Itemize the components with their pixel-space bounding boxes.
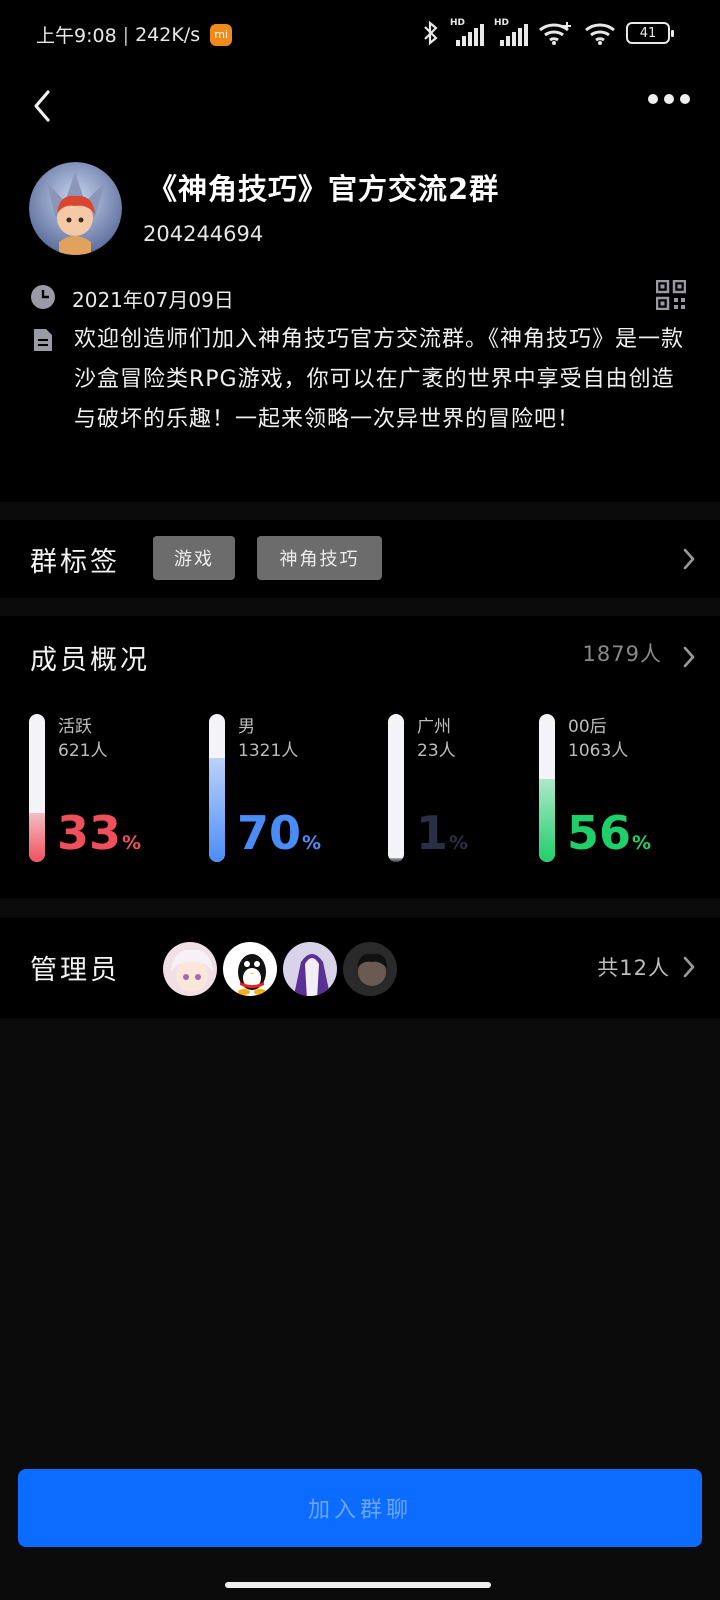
members-total[interactable]: 1879人 (583, 638, 662, 668)
admins-row[interactable]: 管理员 共12人 (0, 918, 720, 1018)
admin-avatar[interactable] (221, 940, 279, 998)
tag-item: 游戏 (153, 536, 235, 580)
admin-avatar[interactable] (161, 940, 219, 998)
admins-total: 共12人 (597, 956, 670, 980)
status-left: 上午9:08 | 242K/s mi (36, 21, 233, 48)
status-time: 上午9:08 (36, 25, 117, 47)
chevron-right-icon (683, 956, 695, 978)
stat-label: 00后 (568, 717, 607, 737)
document-icon (34, 329, 52, 351)
group-tags-row[interactable]: 群标签 游戏 神角技巧 (0, 520, 720, 598)
members-overview: 成员概况 1879人 活跃 621人 33% 男 1321人 70% 广州 23… (0, 616, 720, 898)
admin-avatar[interactable] (341, 940, 399, 998)
group-name: 《神角技巧》官方交流2群 (148, 172, 500, 206)
stat-active: 活跃 621人 33% (29, 714, 189, 864)
stat-label: 广州 (417, 717, 451, 737)
group-id: 204244694 (143, 222, 264, 246)
wifi-plus-icon (539, 22, 571, 45)
chevron-right-icon (683, 548, 695, 570)
stat-count: 1321人 (238, 741, 299, 761)
stat-male: 男 1321人 70% (209, 714, 369, 864)
stat-bar (388, 714, 404, 862)
stat-bar (209, 714, 225, 862)
group-avatar[interactable] (29, 162, 122, 255)
battery-level: 41 (639, 25, 657, 41)
wifi-icon (585, 23, 615, 45)
stat-count: 23人 (417, 741, 456, 761)
members-title: 成员概况 (30, 645, 150, 676)
network-speed: 242K/s (135, 23, 201, 46)
stat-percent: 1% (416, 806, 469, 860)
stat-percent: 33% (57, 806, 142, 860)
more-icon[interactable] (648, 92, 690, 106)
stat-location: 广州 23人 1% (388, 714, 548, 864)
mi-app-icon: mi (210, 23, 233, 46)
qr-code-icon[interactable] (656, 280, 686, 310)
stat-age: 00后 1063人 56% (539, 714, 699, 864)
stat-count: 1063人 (568, 741, 629, 761)
stat-label: 男 (238, 717, 255, 737)
stat-bar (29, 714, 45, 862)
home-indicator[interactable] (225, 1582, 491, 1588)
stat-percent: 56% (567, 806, 652, 860)
tag-item: 神角技巧 (257, 536, 382, 580)
stat-label: 活跃 (58, 717, 92, 737)
back-icon[interactable] (28, 86, 58, 126)
created-date: 2021年07月09日 (72, 288, 234, 312)
chevron-right-icon[interactable] (680, 644, 698, 670)
admin-avatar[interactable] (281, 940, 339, 998)
admins-title: 管理员 (30, 955, 120, 986)
bluetooth-icon (424, 20, 438, 46)
signal-icon: HD (450, 18, 484, 46)
group-description: 欢迎创造师们加入神角技巧官方交流群。《神角技巧》是一款沙盒冒险类RPG游戏，你可… (74, 327, 685, 432)
status-right: HD HD 41 (422, 18, 674, 46)
stat-bar (539, 714, 555, 862)
join-group-button[interactable]: 加入群聊 (18, 1469, 702, 1547)
stat-count: 621人 (58, 741, 108, 761)
group-info-section: 《神角技巧》官方交流2群 204244694 2021年07月09日 欢迎创造师… (0, 70, 720, 502)
clock-icon (31, 285, 55, 309)
battery-icon: 41 (626, 22, 674, 44)
signal-icon-2: HD (494, 18, 528, 46)
stat-percent: 70% (237, 806, 322, 860)
status-bar: 上午9:08 | 242K/s mi HD HD 41 (0, 0, 720, 70)
tags-title: 群标签 (30, 547, 120, 578)
